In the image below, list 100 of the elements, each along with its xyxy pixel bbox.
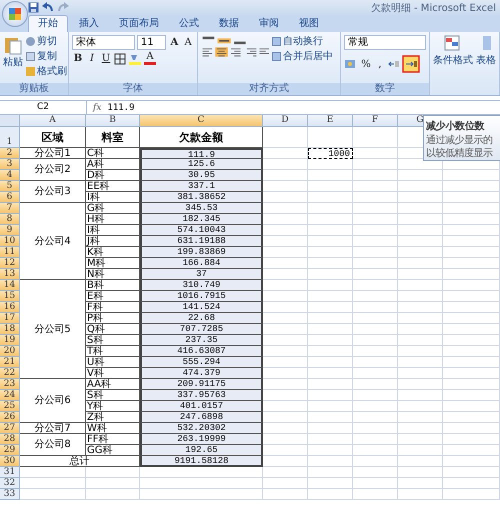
row-header[interactable]: 15 — [0, 291, 20, 302]
ribbon-tab[interactable]: 数据 — [210, 16, 248, 32]
row-header[interactable]: 1 — [0, 127, 20, 148]
empty-cell[interactable] — [398, 313, 443, 324]
empty-cell[interactable] — [353, 478, 398, 489]
table-cell[interactable]: 555.294 — [140, 357, 263, 368]
ribbon-tab[interactable]: 插入 — [70, 16, 108, 32]
conditional-format-button[interactable]: 条件格式 — [433, 35, 473, 95]
empty-cell[interactable] — [398, 302, 443, 313]
table-cell[interactable]: 30.95 — [140, 170, 263, 181]
row-header[interactable]: 7 — [0, 203, 20, 214]
row-header[interactable]: 2 — [0, 148, 20, 159]
table-cell[interactable]: 9191.58128 — [140, 456, 263, 467]
empty-cell[interactable] — [443, 489, 500, 500]
empty-cell[interactable] — [308, 181, 353, 192]
empty-cell[interactable] — [308, 423, 353, 434]
empty-cell[interactable] — [398, 258, 443, 269]
empty-cell[interactable] — [308, 159, 353, 170]
table-cell[interactable]: 237.35 — [140, 335, 263, 346]
empty-cell[interactable] — [308, 379, 353, 390]
empty-cell[interactable] — [353, 324, 398, 335]
table-cell[interactable]: 345.53 — [140, 203, 263, 214]
empty-cell[interactable] — [398, 456, 443, 467]
column-header[interactable]: D — [263, 115, 308, 127]
row-header[interactable]: 24 — [0, 390, 20, 401]
table-cell[interactable]: 532.20302 — [140, 423, 263, 434]
table-cell[interactable]: 192.65 — [140, 445, 263, 456]
empty-cell[interactable] — [353, 203, 398, 214]
grow-font-button[interactable]: A — [168, 36, 180, 49]
empty-cell[interactable] — [398, 379, 443, 390]
table-cell[interactable]: 22.68 — [140, 313, 263, 324]
empty-cell[interactable] — [308, 214, 353, 225]
select-all-button[interactable] — [0, 115, 20, 127]
empty-cell[interactable] — [443, 280, 500, 291]
empty-cell[interactable] — [353, 280, 398, 291]
empty-cell[interactable] — [353, 170, 398, 181]
row-header[interactable]: 25 — [0, 401, 20, 412]
empty-cell[interactable] — [398, 192, 443, 203]
formula-field[interactable]: 111.9 — [107, 102, 135, 112]
empty-cell[interactable] — [353, 412, 398, 423]
insert-function-button[interactable]: fx — [87, 102, 108, 112]
empty-cell[interactable] — [443, 192, 500, 203]
empty-cell[interactable] — [443, 302, 500, 313]
empty-cell[interactable] — [353, 181, 398, 192]
empty-cell[interactable] — [308, 335, 353, 346]
table-cell[interactable]: 707.7285 — [140, 324, 263, 335]
empty-cell[interactable] — [443, 357, 500, 368]
empty-cell[interactable] — [443, 423, 500, 434]
empty-cell[interactable] — [443, 401, 500, 412]
empty-cell[interactable] — [398, 203, 443, 214]
empty-cell[interactable] — [443, 478, 500, 489]
cut-button[interactable]: 剪切 — [26, 35, 67, 48]
empty-cell[interactable] — [398, 445, 443, 456]
empty-cell[interactable] — [398, 247, 443, 258]
shrink-font-button[interactable]: A — [182, 36, 194, 49]
row-header[interactable]: 10 — [0, 236, 20, 247]
empty-cell[interactable] — [308, 313, 353, 324]
empty-cell[interactable] — [308, 401, 353, 412]
empty-cell[interactable] — [353, 247, 398, 258]
empty-cell[interactable] — [398, 280, 443, 291]
empty-cell[interactable] — [353, 192, 398, 203]
empty-cell[interactable] — [398, 324, 443, 335]
row-header[interactable]: 20 — [0, 346, 20, 357]
row-header[interactable]: 17 — [0, 313, 20, 324]
row-header[interactable]: 5 — [0, 181, 20, 192]
empty-cell[interactable] — [443, 445, 500, 456]
column-header[interactable]: E — [308, 115, 353, 127]
table-cell[interactable]: 401.0157 — [140, 401, 263, 412]
empty-cell[interactable] — [443, 225, 500, 236]
underline-button[interactable]: U — [100, 52, 112, 65]
empty-cell[interactable] — [263, 478, 308, 489]
horizontal-align-icons[interactable] — [201, 47, 269, 57]
empty-cell[interactable] — [308, 390, 353, 401]
number-format-field[interactable]: 常规 — [344, 35, 426, 50]
font-size-field[interactable]: 11 — [136, 35, 166, 50]
empty-cell[interactable] — [263, 489, 308, 500]
empty-cell[interactable] — [308, 478, 353, 489]
row-header[interactable]: 27 — [0, 423, 20, 434]
row-header[interactable]: 29 — [0, 445, 20, 456]
empty-cell[interactable] — [353, 368, 398, 379]
empty-cell[interactable] — [140, 489, 263, 500]
empty-cell[interactable] — [443, 335, 500, 346]
empty-cell[interactable] — [443, 203, 500, 214]
empty-cell[interactable] — [353, 313, 398, 324]
table-cell[interactable]: 381.38652 — [140, 192, 263, 203]
table-cell[interactable]: 182.345 — [140, 214, 263, 225]
table-cell[interactable]: 263.19999 — [140, 434, 263, 445]
row-header[interactable]: 32 — [0, 478, 20, 489]
empty-cell[interactable] — [398, 181, 443, 192]
empty-cell[interactable] — [86, 478, 140, 489]
empty-cell[interactable] — [353, 335, 398, 346]
copy-button[interactable]: 复制 — [26, 50, 67, 63]
row-header[interactable]: 28 — [0, 434, 20, 445]
empty-cell[interactable] — [398, 291, 443, 302]
empty-cell[interactable] — [263, 467, 308, 478]
empty-cell[interactable] — [443, 390, 500, 401]
empty-cell[interactable] — [308, 291, 353, 302]
empty-cell[interactable] — [398, 368, 443, 379]
table-cell[interactable]: 1000 — [308, 148, 353, 159]
empty-cell[interactable] — [308, 346, 353, 357]
